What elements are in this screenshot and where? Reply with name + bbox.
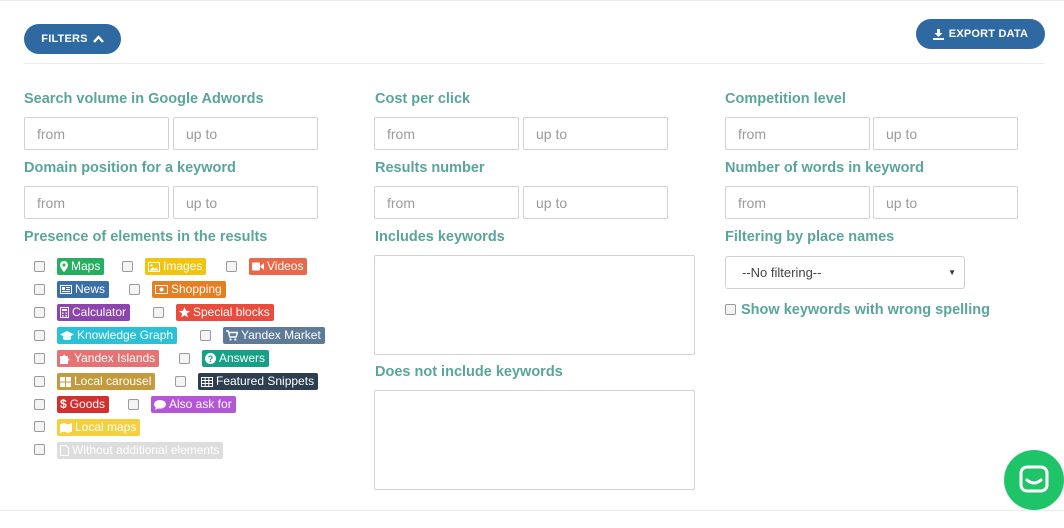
videos-checkbox[interactable] [226, 261, 237, 272]
competition-level-label: Competition level [725, 91, 846, 107]
wrong-spelling-label: Show keywords with wrong spelling [741, 302, 990, 318]
header-divider [24, 63, 1044, 64]
shopping-checkbox[interactable] [129, 284, 140, 295]
cost-per-click-to-input[interactable] [523, 117, 668, 150]
calculator-tag: Calculator [57, 304, 131, 321]
svg-text:?: ? [208, 354, 214, 364]
words-number-label: Number of words in keyword [725, 160, 924, 176]
map-marker-icon [60, 261, 68, 272]
file-icon [60, 445, 69, 456]
also-ask-for-checkbox[interactable] [128, 399, 139, 410]
videos-tag: Videos [249, 258, 308, 275]
domain-position-from-input[interactable] [24, 186, 169, 219]
filters-toggle-button[interactable]: FILTERS [24, 24, 121, 54]
news-checkbox[interactable] [34, 284, 45, 295]
also-ask-for-tag: Also ask for [151, 396, 236, 413]
words-number-from-input[interactable] [725, 186, 870, 219]
folded-map-icon [60, 422, 72, 433]
competition-level-to-input[interactable] [873, 117, 1018, 150]
money-icon [155, 285, 168, 294]
chevron-up-icon [92, 35, 104, 43]
answers-tag: ? Answers [202, 350, 270, 367]
puzzle-icon [60, 353, 71, 364]
results-number-from-input[interactable] [374, 186, 519, 219]
question-icon: ? [205, 353, 216, 364]
chat-widget-button[interactable] [1004, 450, 1064, 510]
image-icon [148, 261, 160, 272]
place-filter-label: Filtering by place names [725, 229, 895, 245]
words-number-to-input[interactable] [873, 186, 1018, 219]
images-checkbox[interactable] [122, 261, 133, 272]
caret-down-icon: ▼ [948, 268, 956, 277]
local-maps-checkbox[interactable] [34, 421, 45, 432]
includes-keywords-textarea[interactable] [374, 255, 695, 355]
graduation-cap-icon [60, 330, 74, 341]
excludes-keywords-label: Does not include keywords [375, 364, 563, 380]
local-carousel-checkbox[interactable] [34, 376, 45, 387]
download-icon [932, 28, 944, 40]
star-icon [179, 307, 190, 318]
domain-position-label: Domain position for a keyword [24, 160, 236, 176]
shopping-tag: Shopping [152, 281, 226, 298]
top-border [0, 0, 1064, 1]
featured-snippets-tag: Featured Snippets [198, 373, 319, 390]
newspaper-icon [60, 285, 72, 294]
place-filter-select[interactable]: --No filtering-- ▼ [725, 256, 965, 289]
bottom-divider [0, 510, 1064, 511]
comment-icon [154, 399, 166, 410]
yandex-market-tag: Yandex Market [223, 327, 325, 344]
goods-tag: $ Goods [57, 396, 110, 413]
yandex-islands-tag: Yandex Islands [57, 350, 160, 367]
cost-per-click-from-input[interactable] [374, 117, 519, 150]
cart-icon [226, 330, 238, 341]
chat-icon [1019, 465, 1049, 493]
local-carousel-tag: Local carousel [57, 373, 156, 390]
video-camera-icon [252, 262, 264, 271]
without-additional-tag: Without additional elements [57, 442, 224, 459]
special-blocks-checkbox[interactable] [153, 307, 164, 318]
without-additional-checkbox[interactable] [34, 444, 45, 455]
search-volume-label: Search volume in Google Adwords [24, 91, 264, 107]
results-number-label: Results number [375, 160, 485, 176]
maps-tag: Maps [57, 258, 105, 275]
filters-label: FILTERS [41, 33, 88, 45]
answers-checkbox[interactable] [179, 353, 190, 364]
includes-keywords-label: Includes keywords [375, 229, 505, 245]
maps-checkbox[interactable] [34, 261, 45, 272]
news-tag: News [57, 281, 110, 298]
cost-per-click-label: Cost per click [375, 91, 471, 107]
local-maps-tag: Local maps [57, 419, 141, 436]
search-volume-to-input[interactable] [173, 117, 318, 150]
search-volume-from-input[interactable] [24, 117, 169, 150]
images-tag: Images [145, 258, 207, 275]
place-filter-selected: --No filtering-- [742, 265, 822, 280]
knowledge-graph-checkbox[interactable] [34, 330, 45, 341]
calculator-checkbox[interactable] [34, 307, 45, 318]
knowledge-graph-tag: Knowledge Graph [57, 327, 178, 344]
export-label: EXPORT DATA [948, 28, 1029, 40]
table-icon [201, 376, 213, 387]
grid-icon [60, 376, 71, 387]
calculator-icon [60, 307, 69, 318]
results-number-to-input[interactable] [523, 186, 668, 219]
dollar-icon: $ [60, 397, 67, 411]
excludes-keywords-textarea[interactable] [374, 390, 695, 490]
competition-level-from-input[interactable] [725, 117, 870, 150]
goods-checkbox[interactable] [34, 399, 45, 410]
presence-label: Presence of elements in the results [24, 229, 268, 245]
featured-snippets-checkbox[interactable] [175, 376, 186, 387]
special-blocks-tag: Special blocks [176, 304, 274, 321]
yandex-islands-checkbox[interactable] [34, 353, 45, 364]
yandex-market-checkbox[interactable] [200, 330, 211, 341]
export-data-button[interactable]: EXPORT DATA [916, 19, 1045, 49]
wrong-spelling-checkbox[interactable] [725, 304, 736, 315]
domain-position-to-input[interactable] [173, 186, 318, 219]
